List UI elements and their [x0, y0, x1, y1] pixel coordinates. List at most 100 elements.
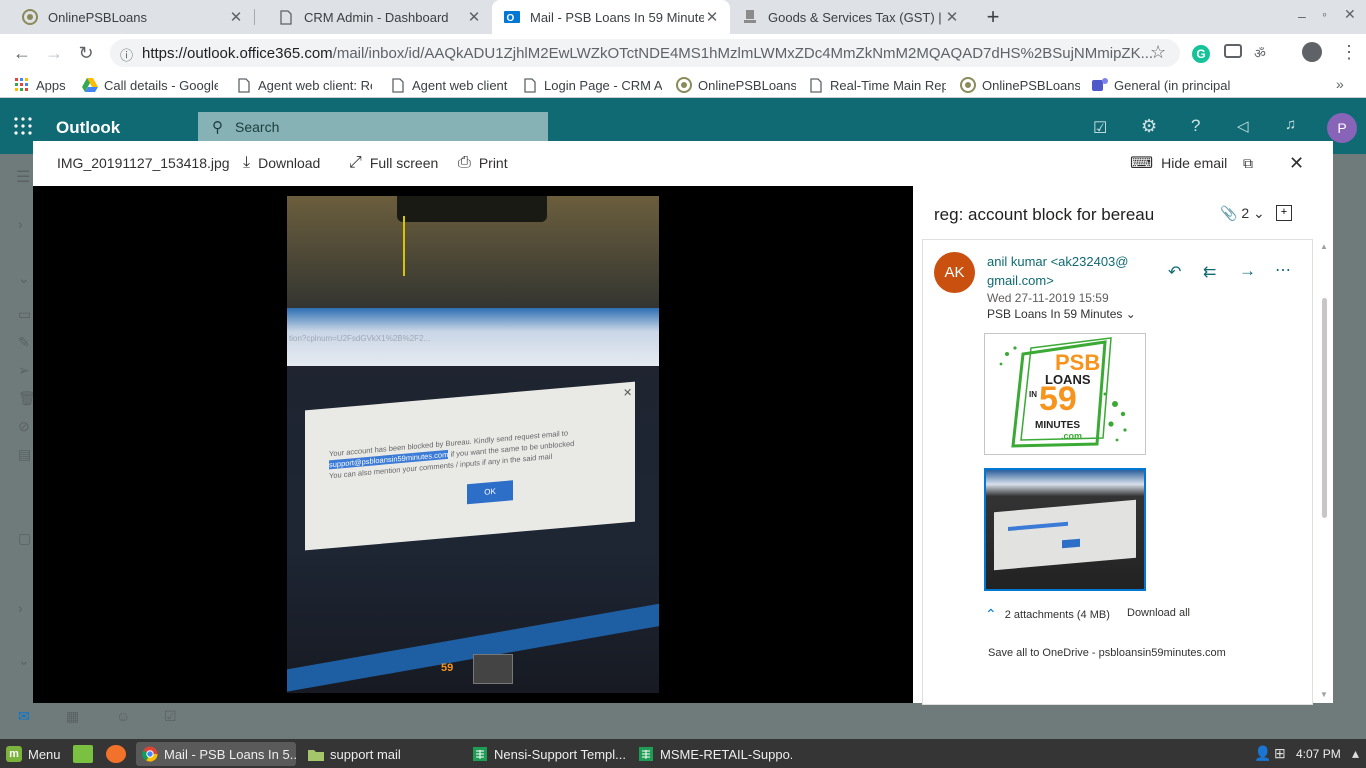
- network-tray-icon[interactable]: ⊞: [1274, 745, 1286, 762]
- forward-arrow-icon[interactable]: →: [42, 41, 66, 65]
- outlook-app-name[interactable]: Outlook: [56, 118, 120, 138]
- bookmark-real-time-main[interactable]: Real-Time Main Rep: [808, 75, 946, 95]
- attachment-count-value: 2: [1241, 205, 1250, 221]
- taskbar-item-msme-retail[interactable]: MSME-RETAIL-Suppo...: [632, 742, 792, 766]
- inbox-icon[interactable]: ▭: [18, 306, 31, 323]
- user-avatar[interactable]: P: [1327, 113, 1357, 143]
- bookmark-general-teams[interactable]: General (in principal: [1092, 75, 1230, 95]
- back-arrow-icon[interactable]: ←: [10, 41, 34, 65]
- tab-gst[interactable]: Goods & Services Tax (GST) | S ✕: [730, 0, 970, 34]
- close-window-button[interactable]: ✕: [1344, 6, 1356, 23]
- save-to-onedrive-link[interactable]: Save all to OneDrive - psbloansin59minut…: [988, 647, 1226, 659]
- attachments-summary[interactable]: ⌃ 2 attachments (4 MB): [985, 606, 1110, 623]
- language-extension-icon[interactable]: ॐ: [1254, 44, 1266, 62]
- attachment-photo-thumbnail[interactable]: [984, 468, 1146, 591]
- new-tab-button[interactable]: +: [982, 6, 1004, 28]
- calendar-nav-icon[interactable]: ▦: [66, 708, 79, 725]
- chrome-menu-icon[interactable]: ⋮: [1340, 42, 1358, 63]
- hide-email-button[interactable]: ⌨ Hide email: [1130, 152, 1227, 174]
- notes-icon[interactable]: ▢: [18, 530, 31, 547]
- search-box[interactable]: ⚲ Search: [198, 112, 548, 142]
- restore-window-button[interactable]: ◦: [1322, 6, 1327, 22]
- close-tab-icon[interactable]: ✕: [944, 8, 960, 26]
- bookmark-call-details[interactable]: Call details - Google: [82, 75, 218, 95]
- attachment-count[interactable]: 📎 2 ⌄: [1220, 205, 1265, 222]
- minimize-window-button[interactable]: –: [1298, 8, 1306, 24]
- taskbar-item-chrome-mail[interactable]: Mail - PSB Loans In 5...: [136, 742, 296, 766]
- scroll-down-icon[interactable]: ▼: [1320, 690, 1328, 699]
- fullscreen-button[interactable]: ⤢ Full screen: [349, 152, 438, 174]
- sender-line1: anil kumar <ak232403@: [987, 254, 1129, 269]
- attachment-photo[interactable]: tion?cplnum=U2FsdGVkX1%2B%2F2... ✕ Your …: [287, 196, 659, 693]
- bookmark-apps[interactable]: Apps: [14, 75, 72, 95]
- attachment-logo-thumbnail[interactable]: PSB LOANS IN 59 MINUTES .com: [984, 333, 1146, 455]
- print-button[interactable]: ⎙ Print: [458, 152, 508, 174]
- expand-conversation-icon[interactable]: +: [1276, 205, 1292, 221]
- close-preview-button[interactable]: ✕: [1289, 152, 1304, 174]
- bookmark-login-crm[interactable]: Login Page - CRM Ac: [522, 75, 662, 95]
- site-info-icon[interactable]: ⓘ: [120, 45, 133, 64]
- bookmark-onlinepsbloans-2[interactable]: OnlinePSBLoans: [960, 75, 1080, 95]
- pop-out-button[interactable]: ⧉: [1243, 152, 1253, 174]
- download-icon: ⤓: [243, 154, 251, 171]
- taskbar-item-nensi-support[interactable]: Nensi-Support Templ...: [466, 742, 626, 766]
- reply-icon[interactable]: ↶: [1168, 262, 1181, 282]
- scroll-up-icon[interactable]: ▲: [1320, 242, 1328, 251]
- logo-in-text: IN: [1029, 390, 1037, 399]
- download-button[interactable]: ⤓ Download: [243, 152, 320, 174]
- collapse-groups-chevron-icon[interactable]: ⌄: [18, 652, 30, 669]
- reload-icon[interactable]: ↻: [74, 41, 98, 65]
- hamburger-menu-icon[interactable]: ☰: [16, 167, 30, 187]
- profile-avatar-icon[interactable]: [1302, 42, 1322, 62]
- thumb-dialog: [994, 499, 1136, 571]
- collapse-chevron-icon[interactable]: ⌄: [18, 270, 30, 287]
- people-nav-icon[interactable]: ☺: [116, 708, 130, 724]
- bookmark-agent-web-client[interactable]: Agent web client: [390, 75, 512, 95]
- expand-chevron-icon[interactable]: ›: [18, 216, 23, 232]
- my-day-icon[interactable]: ☑: [1093, 118, 1107, 138]
- sender-avatar[interactable]: AK: [934, 252, 975, 293]
- tab-onlinepsbloans[interactable]: OnlinePSBLoans ✕: [0, 0, 254, 34]
- bookmark-star-icon[interactable]: ☆: [1150, 42, 1166, 63]
- tab-outlook-mail[interactable]: O Mail - PSB Loans In 59 Minutes ✕: [492, 0, 730, 34]
- close-tab-icon[interactable]: ✕: [704, 8, 720, 26]
- app-launcher-icon[interactable]: [14, 117, 32, 140]
- download-all-link[interactable]: Download all: [1127, 607, 1190, 619]
- junk-icon[interactable]: ⊘: [18, 418, 30, 435]
- page-icon: [236, 77, 252, 93]
- taskbar-item-support-mail[interactable]: support mail: [302, 742, 458, 766]
- forward-icon[interactable]: →: [1239, 261, 1256, 281]
- more-actions-icon[interactable]: ⋯: [1275, 260, 1291, 280]
- notifications-tray-icon[interactable]: ▴: [1352, 745, 1359, 762]
- close-tab-icon[interactable]: ✕: [228, 8, 244, 26]
- reading-pane-scrollbar[interactable]: [1322, 298, 1327, 518]
- tasks-nav-icon[interactable]: ☑: [164, 708, 177, 725]
- tab-crm-admin[interactable]: CRM Admin - Dashboard ✕: [256, 0, 492, 34]
- bookmark-agent-web-client-re[interactable]: Agent web client: Re: [236, 75, 372, 95]
- email-recipient[interactable]: PSB Loans In 59 Minutes ⌄: [987, 307, 1136, 321]
- clock[interactable]: 4:07 PM: [1296, 747, 1341, 761]
- show-desktop-icon[interactable]: [73, 745, 93, 763]
- mail-nav-icon[interactable]: ✉: [18, 708, 30, 725]
- settings-gear-icon[interactable]: ⚙: [1141, 116, 1157, 137]
- address-bar[interactable]: https://outlook.office365.com/mail/inbox…: [110, 39, 1180, 67]
- help-icon[interactable]: ?: [1191, 116, 1200, 136]
- user-tray-icon[interactable]: 👤: [1254, 745, 1271, 762]
- start-menu-button[interactable]: m Menu: [0, 742, 68, 766]
- sender-name[interactable]: anil kumar <ak232403@ gmail.com>: [987, 252, 1128, 290]
- more-bookmarks-icon[interactable]: »: [1336, 76, 1344, 92]
- notifications-bell-icon[interactable]: ♫: [1285, 116, 1296, 133]
- drafts-pencil-icon[interactable]: ✎: [18, 334, 30, 351]
- collapse-attachments-icon: ⌃: [985, 606, 997, 622]
- archive-icon[interactable]: ▤: [18, 446, 31, 463]
- feedback-megaphone-icon[interactable]: ◁: [1237, 117, 1249, 135]
- chrome-icon: [142, 746, 158, 762]
- close-tab-icon[interactable]: ✕: [466, 8, 482, 26]
- expand-groups-chevron-icon[interactable]: ›: [18, 600, 23, 616]
- bookmark-onlinepsbloans-1[interactable]: OnlinePSBLoans: [676, 75, 796, 95]
- grammarly-extension-icon[interactable]: G: [1192, 45, 1210, 63]
- sent-icon[interactable]: ➢: [18, 362, 30, 379]
- camera-extension-icon[interactable]: [1224, 44, 1242, 58]
- reply-all-icon[interactable]: ⇇: [1203, 262, 1216, 282]
- firefox-launcher-icon[interactable]: [106, 745, 126, 763]
